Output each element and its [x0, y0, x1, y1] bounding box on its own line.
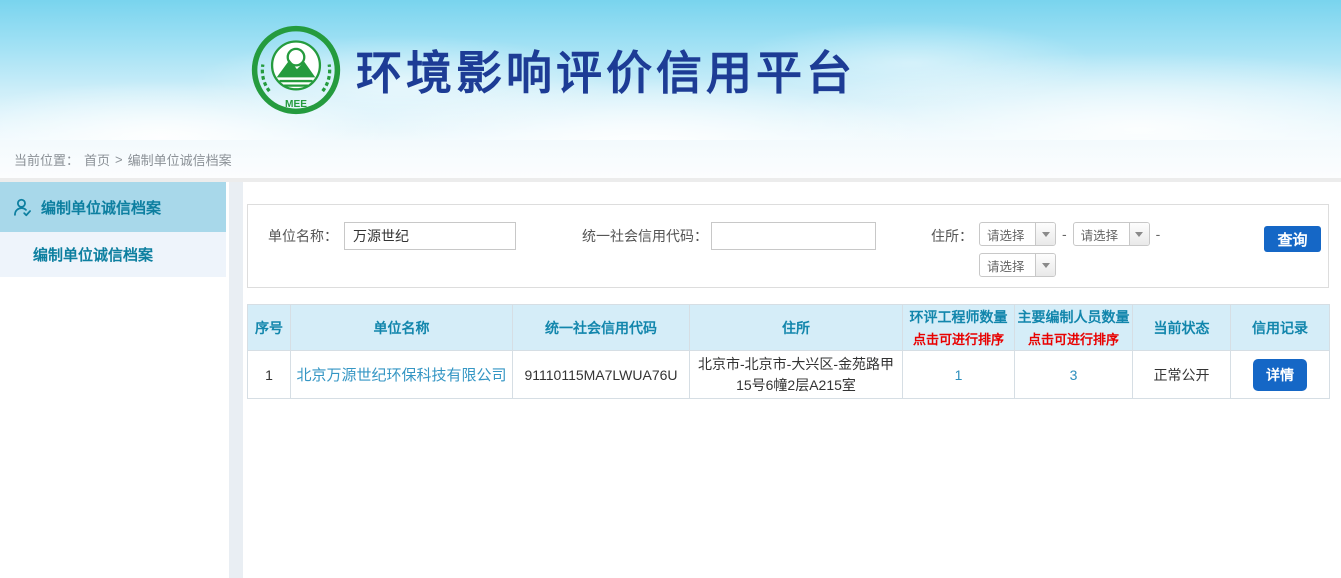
breadcrumb-current: 编制单位诚信档案 [128, 150, 232, 169]
sidebar-subitem-label: 编制单位诚信档案 [33, 244, 153, 265]
chevron-down-icon[interactable] [1129, 223, 1149, 245]
header-engineer-count-label: 环评工程师数量 [905, 307, 1012, 327]
header-credit-record: 信用记录 [1231, 305, 1330, 351]
company-name-link[interactable]: 北京万源世纪环保科技有限公司 [296, 367, 506, 384]
district-select-value: 请选择 [980, 256, 1035, 275]
row-credit-code: 91110115MA7LWUA76U [513, 351, 690, 399]
credit-code-input[interactable] [711, 222, 876, 250]
breadcrumb-prefix: 当前位置： [14, 150, 79, 169]
results-table: 序号 单位名称 统一社会信用代码 住所 环评工程师数量 点击可进行排序 主要编制… [247, 304, 1330, 399]
residence-select-group: 请选择 - 请选择 - 请选择 [979, 222, 1179, 277]
table-row: 1 北京万源世纪环保科技有限公司 91110115MA7LWUA76U 北京市-… [248, 351, 1330, 399]
header-status: 当前状态 [1133, 305, 1231, 351]
header-company-name: 单位名称 [291, 305, 513, 351]
row-status: 正常公开 [1133, 351, 1231, 399]
residence-label: 住所： [931, 222, 973, 250]
sidebar-item-unit-credit-archive[interactable]: 编制单位诚信档案 [0, 182, 226, 232]
chevron-down-icon[interactable] [1035, 223, 1055, 245]
chevron-down-icon[interactable] [1035, 254, 1055, 276]
select-separator: - [1156, 226, 1161, 242]
staff-count-link[interactable]: 3 [1070, 367, 1078, 383]
sidebar-item-label: 编制单位诚信档案 [41, 197, 161, 218]
breadcrumb-separator: > [115, 152, 123, 167]
mee-logo-icon: MEE [250, 24, 342, 116]
header-staff-count-label: 主要编制人员数量 [1017, 307, 1130, 327]
sidebar-content-divider [229, 182, 243, 578]
header-engineer-count-sort[interactable]: 环评工程师数量 点击可进行排序 [903, 305, 1015, 351]
province-select-value: 请选择 [980, 225, 1035, 244]
sidebar: 编制单位诚信档案 编制单位诚信档案 [0, 182, 226, 578]
sidebar-subitem-unit-credit-archive[interactable]: 编制单位诚信档案 [0, 232, 226, 277]
main-content: 单位名称： 统一社会信用代码： 住所： 请选择 - 请选择 - 请选择 [243, 182, 1341, 578]
detail-button[interactable]: 详情 [1253, 359, 1307, 391]
query-button[interactable]: 查询 [1264, 226, 1321, 252]
logo-text: MEE [285, 99, 307, 110]
person-check-icon [12, 197, 33, 218]
credit-code-label: 统一社会信用代码： [582, 222, 708, 250]
row-address: 北京市-北京市-大兴区-金苑路甲15号6幢2层A215室 [690, 351, 903, 399]
header-credit-code: 统一社会信用代码 [513, 305, 690, 351]
header-staff-count-sort[interactable]: 主要编制人员数量 点击可进行排序 [1015, 305, 1133, 351]
search-panel: 单位名称： 统一社会信用代码： 住所： 请选择 - 请选择 - 请选择 [247, 204, 1329, 288]
engineer-count-link[interactable]: 1 [955, 367, 963, 383]
city-select[interactable]: 请选择 [1073, 222, 1150, 246]
district-select[interactable]: 请选择 [979, 253, 1056, 277]
header-address: 住所 [690, 305, 903, 351]
sort-hint: 点击可进行排序 [1017, 329, 1130, 348]
site-header: MEE 环境影响评价信用平台 [0, 0, 1341, 140]
header-index: 序号 [248, 305, 291, 351]
city-select-value: 请选择 [1074, 225, 1129, 244]
company-name-input[interactable] [344, 222, 516, 250]
select-separator: - [1062, 226, 1067, 242]
breadcrumb-home-link[interactable]: 首页 [84, 150, 110, 169]
table-header-row: 序号 单位名称 统一社会信用代码 住所 环评工程师数量 点击可进行排序 主要编制… [248, 305, 1330, 351]
row-index: 1 [248, 351, 291, 399]
company-name-label: 单位名称： [268, 222, 338, 250]
page-title: 环境影响评价信用平台 [356, 37, 856, 103]
sort-hint: 点击可进行排序 [905, 329, 1012, 348]
province-select[interactable]: 请选择 [979, 222, 1056, 246]
breadcrumb: 当前位置： 首页 > 编制单位诚信档案 [0, 140, 1341, 178]
